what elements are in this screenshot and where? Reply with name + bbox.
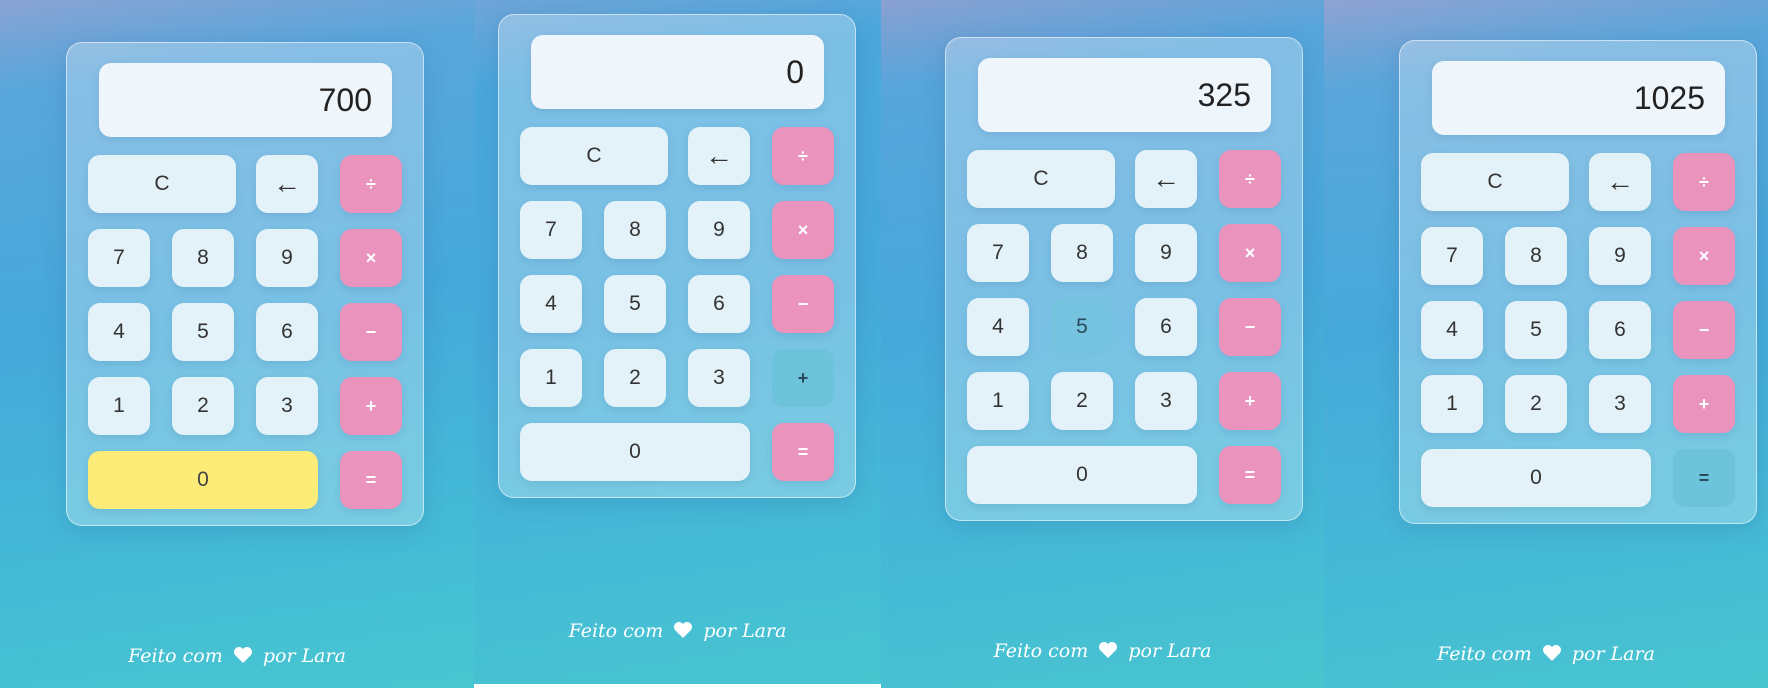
footer-credit: Feito com por Lara xyxy=(881,640,1324,664)
calculator-screenshot-4: 1025 C ← ÷ 7 8 9 × 4 5 6 − 1 2 3 + 0 = F… xyxy=(1324,0,1768,688)
digit-8-button[interactable]: 8 xyxy=(604,201,666,259)
digit-9-button[interactable]: 9 xyxy=(256,229,318,287)
digit-5-button[interactable]: 5 xyxy=(1051,298,1113,356)
multiply-button[interactable]: × xyxy=(1219,224,1281,282)
digit-0-button[interactable]: 0 xyxy=(88,451,318,509)
subtract-button[interactable]: − xyxy=(1219,298,1281,356)
equals-button[interactable]: = xyxy=(340,451,402,509)
digit-0-button[interactable]: 0 xyxy=(1421,449,1651,507)
calculator-screenshot-1: 700 C ← ÷ 7 8 9 × 4 5 6 − 1 2 3 + 0 = Fe… xyxy=(0,0,474,688)
digit-3-button[interactable]: 3 xyxy=(256,377,318,435)
calculator-screenshot-3: 325 C ← ÷ 7 8 9 × 4 5 6 − 1 2 3 + 0 = Fe… xyxy=(881,0,1324,688)
multiply-button[interactable]: × xyxy=(772,201,834,259)
digit-4-button[interactable]: 4 xyxy=(967,298,1029,356)
digit-8-button[interactable]: 8 xyxy=(1051,224,1113,282)
clear-button[interactable]: C xyxy=(520,127,668,185)
footer-text-before: Feito com xyxy=(128,645,223,667)
footer-text-before: Feito com xyxy=(568,620,664,642)
digit-4-button[interactable]: 4 xyxy=(520,275,582,333)
calculator-display: 0 xyxy=(531,35,824,109)
footer-text-after: por Lara xyxy=(262,645,346,667)
digit-2-button[interactable]: 2 xyxy=(1051,372,1113,430)
subtract-button[interactable]: − xyxy=(1673,301,1735,359)
footer-credit: Feito com por Lara xyxy=(1324,643,1768,667)
digit-8-button[interactable]: 8 xyxy=(172,229,234,287)
digit-2-button[interactable]: 2 xyxy=(604,349,666,407)
digit-8-button[interactable]: 8 xyxy=(1505,227,1567,285)
digit-6-button[interactable]: 6 xyxy=(688,275,750,333)
calculator-screenshot-2: 0 C ← ÷ 7 8 9 × 4 5 6 − 1 2 3 + 0 = Feit… xyxy=(474,0,881,688)
clear-button[interactable]: C xyxy=(1421,153,1569,211)
digit-5-button[interactable]: 5 xyxy=(1505,301,1567,359)
equals-button[interactable]: = xyxy=(1219,446,1281,504)
add-button[interactable]: + xyxy=(1219,372,1281,430)
equals-button[interactable]: = xyxy=(772,423,834,481)
digit-1-button[interactable]: 1 xyxy=(1421,375,1483,433)
digit-4-button[interactable]: 4 xyxy=(88,303,150,361)
digit-7-button[interactable]: 7 xyxy=(967,224,1029,282)
digit-1-button[interactable]: 1 xyxy=(520,349,582,407)
heart-icon xyxy=(1098,641,1118,664)
digit-6-button[interactable]: 6 xyxy=(1589,301,1651,359)
clear-button[interactable]: C xyxy=(967,150,1115,208)
divide-button[interactable]: ÷ xyxy=(772,127,834,185)
digit-7-button[interactable]: 7 xyxy=(1421,227,1483,285)
calculator: 1025 C ← ÷ 7 8 9 × 4 5 6 − 1 2 3 + 0 = xyxy=(1399,40,1757,524)
digit-5-button[interactable]: 5 xyxy=(172,303,234,361)
backspace-button[interactable]: ← xyxy=(688,127,750,185)
calculator-display: 700 xyxy=(99,63,392,137)
digit-4-button[interactable]: 4 xyxy=(1421,301,1483,359)
digit-9-button[interactable]: 9 xyxy=(688,201,750,259)
digit-2-button[interactable]: 2 xyxy=(1505,375,1567,433)
footer-text-after: por Lara xyxy=(1128,640,1212,662)
footer-text-before: Feito com xyxy=(993,640,1089,662)
digit-2-button[interactable]: 2 xyxy=(172,377,234,435)
digit-3-button[interactable]: 3 xyxy=(1135,372,1197,430)
divide-button[interactable]: ÷ xyxy=(1219,150,1281,208)
digit-0-button[interactable]: 0 xyxy=(967,446,1197,504)
digit-1-button[interactable]: 1 xyxy=(88,377,150,435)
digit-3-button[interactable]: 3 xyxy=(1589,375,1651,433)
add-button[interactable]: + xyxy=(772,349,834,407)
footer-text-after: por Lara xyxy=(1571,643,1655,665)
footer-credit: Feito com por Lara xyxy=(0,645,474,669)
digit-9-button[interactable]: 9 xyxy=(1589,227,1651,285)
multiply-button[interactable]: × xyxy=(340,229,402,287)
calculator-display: 325 xyxy=(978,58,1271,132)
equals-button[interactable]: = xyxy=(1673,449,1735,507)
digit-6-button[interactable]: 6 xyxy=(256,303,318,361)
backspace-button[interactable]: ← xyxy=(1589,153,1651,211)
calculator: 325 C ← ÷ 7 8 9 × 4 5 6 − 1 2 3 + 0 = xyxy=(945,37,1303,521)
bottom-strip xyxy=(474,684,881,688)
multiply-button[interactable]: × xyxy=(1673,227,1735,285)
add-button[interactable]: + xyxy=(340,377,402,435)
footer-text-before: Feito com xyxy=(1437,643,1532,665)
digit-9-button[interactable]: 9 xyxy=(1135,224,1197,282)
digit-1-button[interactable]: 1 xyxy=(967,372,1029,430)
digit-3-button[interactable]: 3 xyxy=(688,349,750,407)
heart-icon xyxy=(673,621,693,644)
divide-button[interactable]: ÷ xyxy=(340,155,402,213)
clear-button[interactable]: C xyxy=(88,155,236,213)
add-button[interactable]: + xyxy=(1673,375,1735,433)
subtract-button[interactable]: − xyxy=(772,275,834,333)
digit-0-button[interactable]: 0 xyxy=(520,423,750,481)
calculator-display: 1025 xyxy=(1432,61,1725,135)
backspace-button[interactable]: ← xyxy=(1135,150,1197,208)
calculator: 700 C ← ÷ 7 8 9 × 4 5 6 − 1 2 3 + 0 = xyxy=(66,42,424,526)
calculator: 0 C ← ÷ 7 8 9 × 4 5 6 − 1 2 3 + 0 = xyxy=(498,14,856,498)
divide-button[interactable]: ÷ xyxy=(1673,153,1735,211)
backspace-button[interactable]: ← xyxy=(256,155,318,213)
digit-5-button[interactable]: 5 xyxy=(604,275,666,333)
heart-icon xyxy=(1542,644,1562,667)
digit-6-button[interactable]: 6 xyxy=(1135,298,1197,356)
subtract-button[interactable]: − xyxy=(340,303,402,361)
digit-7-button[interactable]: 7 xyxy=(88,229,150,287)
heart-icon xyxy=(233,646,253,669)
digit-7-button[interactable]: 7 xyxy=(520,201,582,259)
footer-credit: Feito com por Lara xyxy=(474,620,881,644)
footer-text-after: por Lara xyxy=(703,620,787,642)
